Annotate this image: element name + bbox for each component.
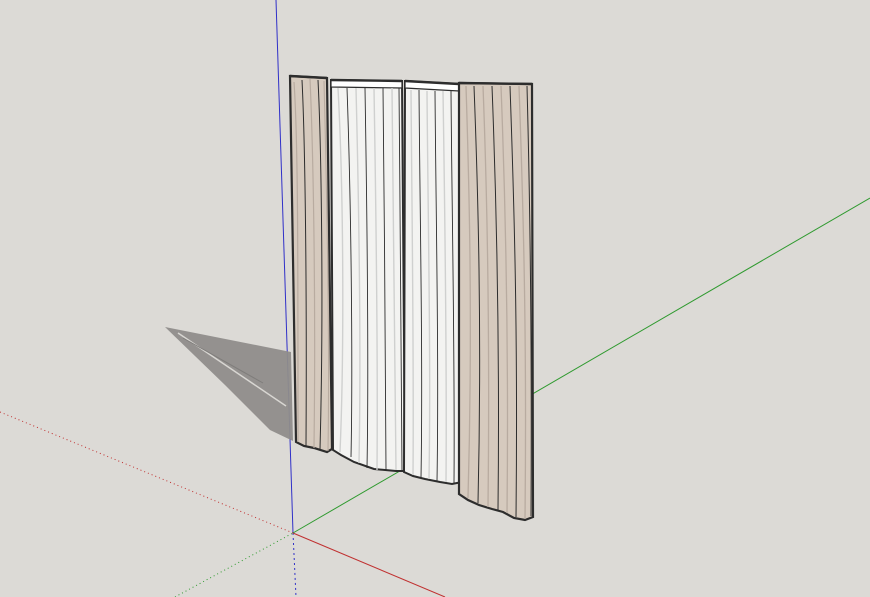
red-axis-dotted: [0, 411, 294, 534]
curtain-model[interactable]: [288, 74, 535, 522]
blue-axis-dashed: [292, 532, 297, 597]
red-axis-solid: [292, 532, 446, 597]
scene-canvas[interactable]: [0, 0, 870, 597]
sketchup-viewport[interactable]: [0, 0, 870, 597]
ground-shadow: [165, 327, 293, 441]
green-axis-dotted: [174, 532, 294, 597]
